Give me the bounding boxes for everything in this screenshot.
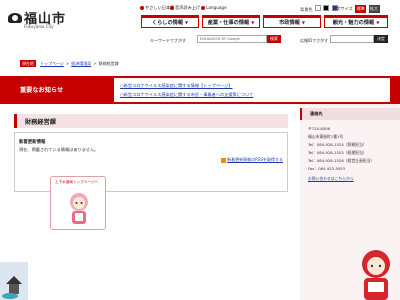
- breadcrumb-separator: >: [65, 61, 70, 66]
- contact-heading-label: 連絡先: [310, 111, 323, 116]
- bg-white-swatch[interactable]: [314, 5, 321, 11]
- site-header: 福山市 Fukuyama City やさしい日本語 音声読み上げ Languag…: [0, 0, 400, 52]
- bg-color-label: 背景色: [300, 7, 313, 12]
- language-link[interactable]: Language: [201, 5, 227, 10]
- keyword-search-label: キーワードでさがす: [150, 38, 186, 43]
- pageid-search-button[interactable]: 決定: [374, 35, 388, 43]
- contact-line: 〒720-8506: [308, 126, 331, 131]
- breadcrumb-home[interactable]: トップページ: [40, 61, 64, 67]
- nav-city-admin-label: 市政情報: [279, 20, 300, 26]
- breadcrumb-bureau[interactable]: 経済環境局: [71, 61, 91, 67]
- bg-black-swatch[interactable]: [323, 5, 330, 11]
- page-title-bar: 財務経営課: [14, 114, 288, 128]
- notice-title: 重要なお知らせ: [20, 87, 64, 94]
- pageid-search-input[interactable]: [330, 35, 374, 43]
- logo-subtitle: Fukuyama City: [24, 24, 54, 29]
- text-size-large-button[interactable]: 拡大: [368, 5, 380, 13]
- notice-body: ○新型コロナウイルス感染症に関する情報【トップページ】 ○新型コロナウイルス感染…: [114, 78, 390, 102]
- rss-label: 新着更新情報のRSSを取得する: [227, 157, 283, 162]
- contact-line: Tel：084-928-1526（経営企画担当）: [308, 158, 375, 163]
- contact-line: Fax：084-922-5553: [308, 166, 346, 171]
- language-label: Language: [206, 5, 227, 10]
- chevron-down-icon: ▼: [376, 20, 380, 25]
- globe-icon: [201, 5, 205, 10]
- read-aloud-label: 音声読み上げ: [175, 5, 201, 10]
- nav-life-label: くらしの情報: [151, 20, 184, 26]
- bullet-icon: [170, 6, 174, 10]
- text-size-selector: 文字サイズ 標準 拡大: [332, 5, 380, 13]
- chevron-down-icon: ▼: [251, 20, 255, 25]
- breadcrumb: 現在地 トップページ > 経済環境局 > 財務経営課: [20, 60, 119, 67]
- nav-industry-label: 産業・仕事の情報: [207, 20, 250, 26]
- nav-life[interactable]: くらしの情報 ▼: [141, 15, 199, 28]
- breadcrumb-separator: >: [93, 61, 97, 66]
- rss-icon: [220, 157, 226, 163]
- mascot-character-icon: [70, 193, 88, 224]
- water-bureau-banner-label: 上下水道局トップページへ: [55, 180, 99, 184]
- mascot-character-icon: [352, 246, 400, 300]
- contact-line: 福山市東桜町1番1号: [308, 134, 344, 139]
- text-size-standard-button[interactable]: 標準: [355, 5, 367, 13]
- text-size-label: 文字サイズ: [332, 6, 353, 11]
- news-section-body: 現在、掲載されている情報はありません。: [19, 147, 99, 152]
- page-title: 財務経営課: [25, 119, 56, 126]
- rss-link[interactable]: 新着更新情報のRSSを取得する: [220, 157, 283, 163]
- castle-icon: [0, 262, 28, 300]
- notice-link-covid-info[interactable]: ○新型コロナウイルス感染症に関する情報【トップページ】: [120, 83, 232, 89]
- nav-tourism-label: 観光・魅力の情報: [332, 20, 375, 26]
- nav-city-admin[interactable]: 市政情報 ▼: [263, 15, 321, 28]
- bullet-icon: [140, 6, 144, 10]
- city-emblem-icon: [8, 11, 22, 25]
- keyword-search-input[interactable]: ENHANCED BY Google: [197, 35, 267, 43]
- breadcrumb-tag: 現在地: [20, 60, 36, 67]
- water-bureau-banner[interactable]: 上下水道局トップページへ: [50, 176, 106, 230]
- chevron-down-icon: ▼: [185, 20, 189, 25]
- nav-industry[interactable]: 産業・仕事の情報 ▼: [202, 15, 260, 28]
- chevron-down-icon: ▼: [301, 20, 305, 25]
- news-section-heading: 新着更新情報: [19, 140, 46, 145]
- keyword-search-button[interactable]: 検索: [267, 35, 281, 43]
- castle-banner[interactable]: [0, 262, 28, 300]
- contact-line: Tel：084-928-1525（経理担当）: [308, 150, 367, 155]
- contact-line: Tel：084-928-1524（財務担当）: [308, 142, 367, 147]
- contact-heading: 連絡先: [300, 108, 400, 120]
- nav-tourism[interactable]: 観光・魅力の情報 ▼: [324, 15, 388, 28]
- notice-link-covid-support[interactable]: ○新型コロナウイルス感染症に関する市民・事業者への支援策について: [120, 92, 253, 98]
- contact-form-link[interactable]: お問い合わせはこちらから: [308, 176, 354, 182]
- breadcrumb-current: 財務経営課: [98, 60, 119, 66]
- read-aloud-link[interactable]: 音声読み上げ: [170, 5, 200, 11]
- pageid-search-label: 広報IDでさがす: [300, 38, 329, 43]
